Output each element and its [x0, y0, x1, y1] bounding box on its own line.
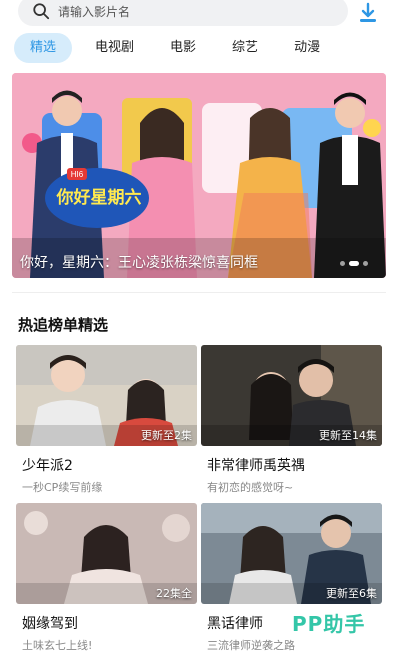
tab-featured[interactable]: 精选	[14, 33, 73, 63]
section-divider	[12, 292, 386, 293]
tab-tv-series[interactable]: 电视剧	[84, 33, 145, 63]
download-icon[interactable]	[357, 2, 379, 24]
show-card[interactable]: 22集全 姻缘驾到 土味玄七上线!	[16, 503, 197, 651]
search-placeholder: 请输入影片名	[58, 4, 131, 19]
tab-anime[interactable]: 动漫	[283, 33, 331, 63]
search-input[interactable]: 请输入影片名	[18, 0, 348, 26]
carousel-indicator	[340, 261, 368, 266]
search-icon	[33, 3, 50, 20]
search-row: 请输入影片名	[0, 0, 401, 30]
tab-variety[interactable]: 综艺	[221, 33, 269, 63]
show-title: 非常律师禹英禑	[207, 458, 305, 474]
carousel-dot-active	[349, 261, 359, 266]
episode-badge: 22集全	[156, 587, 192, 600]
show-subtitle: 一秒CP续写前缘	[22, 481, 103, 494]
app-watermark: PP助手	[292, 612, 366, 636]
show-title: 姻缘驾到	[22, 616, 78, 632]
banner-image: HI6 你好星期六	[12, 73, 386, 278]
channel-mark: HI6	[71, 170, 84, 179]
show-logo-text: 你好星期六	[56, 187, 142, 208]
show-title: 少年派2	[22, 458, 73, 474]
carousel-dot	[363, 261, 368, 266]
show-subtitle: 三流律师逆袭之路	[207, 639, 295, 651]
show-thumbnail: 更新至14集	[201, 345, 382, 446]
episode-badge: 更新至2集	[141, 429, 192, 442]
episode-badge: 更新至6集	[326, 587, 377, 600]
show-thumbnail: 22集全	[16, 503, 197, 604]
banner-caption: 你好，星期六：王心凌张栋梁惊喜同框	[20, 255, 258, 271]
tab-movies[interactable]: 电影	[159, 33, 207, 63]
show-subtitle: 土味玄七上线!	[22, 639, 93, 651]
carousel-dot	[340, 261, 345, 266]
show-subtitle: 有初恋的感觉呀~	[207, 481, 294, 494]
episode-badge: 更新至14集	[319, 429, 377, 442]
show-card[interactable]: 更新至14集 非常律师禹英禑 有初恋的感觉呀~	[201, 345, 382, 495]
category-tabs: 精选 电视剧 电影 综艺 动漫	[14, 33, 345, 63]
hero-banner[interactable]: HI6 你好星期六 你好，星期六：王心凌张栋梁惊喜同框	[12, 73, 386, 278]
show-thumbnail: 更新至2集	[16, 345, 197, 446]
show-card[interactable]: 更新至2集 少年派2 一秒CP续写前缘	[16, 345, 197, 495]
section-title: 热追榜单精选	[18, 316, 109, 334]
show-thumbnail: 更新至6集	[201, 503, 382, 604]
